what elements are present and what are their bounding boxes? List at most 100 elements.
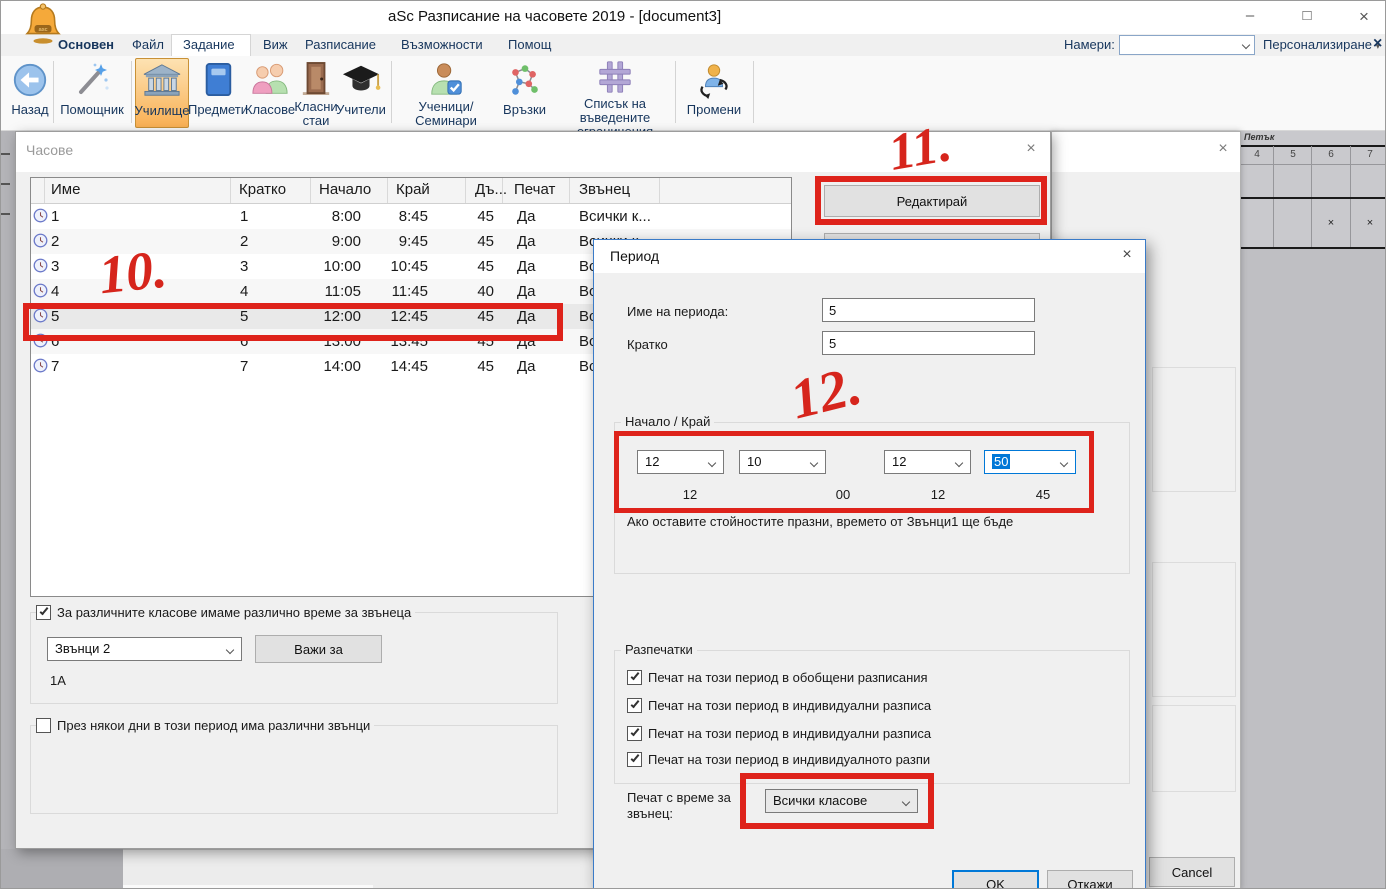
background-panel (1152, 562, 1236, 697)
annotation-step-10: 10. (96, 238, 170, 307)
ok-button[interactable]: OK (952, 870, 1039, 889)
classrooms-button[interactable]: Класни стаи (294, 58, 338, 128)
classes-button[interactable]: Класове (245, 58, 295, 128)
bells-select-value: Звънци 2 (55, 641, 110, 656)
annotation-rect-time-dropdowns (614, 431, 1094, 513)
menu-tab-vazmozhnosti[interactable]: Възможности (401, 37, 483, 52)
annotation-rect-edit-button (815, 176, 1047, 225)
print-option-4[interactable]: Печат на този период в индивидуалното ра… (627, 752, 934, 767)
empty-values-hint: Ако оставите стойностите празни, времето… (627, 514, 1013, 529)
background-area (1, 849, 123, 889)
menu-tab-zadanie[interactable]: Задание (183, 37, 235, 52)
checkbox-checked-icon[interactable] (627, 698, 642, 713)
school-icon (141, 59, 183, 103)
table-row-1[interactable]: 1 1 8:00 8:45 45 Да Всички к... (31, 204, 791, 229)
annotation-rect-row5 (23, 303, 563, 341)
subjects-button[interactable]: Предмети (191, 58, 245, 128)
header-bell[interactable]: Звънец (570, 178, 660, 203)
start-end-group-label: Начало / Край (621, 414, 714, 429)
menu-tab-osnoven[interactable]: Основен (58, 37, 114, 52)
ribbon-separator (391, 61, 392, 123)
header-duration[interactable]: Дъ... (466, 178, 503, 203)
ribbon-separator (53, 61, 54, 123)
links-icon (505, 58, 545, 102)
period-name-label: Име на периода: (627, 304, 728, 319)
header-name[interactable]: Име (45, 178, 231, 203)
different-bells-checkbox[interactable]: За различните класове имаме различно вре… (36, 605, 415, 620)
links-button[interactable]: Връзки (498, 58, 551, 128)
period-dialog-titlebar[interactable]: Период × (594, 240, 1145, 273)
timetable-col-6: 6 (1313, 149, 1349, 160)
classrooms-icon (300, 58, 332, 99)
applies-to-button[interactable]: Важи за (255, 635, 382, 663)
wizard-button[interactable]: Помощник (57, 58, 127, 128)
personalize-menu[interactable]: Персонализиране ▾ (1263, 37, 1380, 52)
timetable-grid: Петък 4 5 6 7 × × (1241, 131, 1386, 249)
students-seminars-button[interactable]: Ученици/Семинари (395, 58, 497, 128)
chevron-down-icon[interactable] (226, 646, 234, 654)
checkbox-checked-icon[interactable] (627, 726, 642, 741)
checkbox-label: Печат на този период в обобщени разписан… (648, 670, 928, 685)
clock-icon (31, 256, 45, 277)
svg-text:asc: asc (38, 27, 47, 33)
checkbox-unchecked-icon[interactable] (36, 718, 51, 733)
checkbox-checked-icon[interactable] (627, 752, 642, 767)
timetable-col-4: 4 (1239, 149, 1275, 160)
cancel-button[interactable]: Откажи (1047, 870, 1133, 889)
changes-button[interactable]: Промени (679, 58, 749, 128)
wizard-icon (72, 58, 112, 102)
students-icon (425, 58, 467, 99)
menu-tab-vizh[interactable]: Виж (263, 37, 288, 52)
checkbox-checked-icon[interactable] (627, 670, 642, 685)
clock-icon (31, 281, 45, 302)
different-days-checkbox[interactable]: През някои дни в този период има различн… (36, 718, 374, 733)
bells-select[interactable]: Звънци 2 (47, 637, 242, 661)
hours-dialog-title: Часове (26, 142, 73, 158)
classes-icon (249, 58, 291, 102)
maximize-button[interactable]: □ (1296, 7, 1318, 27)
teachers-button[interactable]: Учители (338, 58, 384, 128)
close-icon[interactable]: × (1212, 140, 1234, 160)
menu-tab-pomosht[interactable]: Помощ (508, 37, 551, 52)
period-name-input[interactable] (822, 298, 1035, 322)
checkbox-checked-icon[interactable] (36, 605, 51, 620)
header-start[interactable]: Начало (311, 178, 388, 203)
period-short-input[interactable] (822, 331, 1035, 355)
minimize-button[interactable]: – (1239, 7, 1261, 27)
close-icon[interactable]: × (1020, 140, 1042, 160)
chevron-down-icon[interactable] (1242, 41, 1250, 49)
close-icon[interactable]: × (1116, 246, 1138, 266)
school-button[interactable]: Училище (135, 58, 189, 128)
printouts-group-label: Разпечатки (621, 642, 697, 657)
timetable-col-7: 7 (1352, 149, 1386, 160)
print-option-2[interactable]: Печат на този период в индивидуални разп… (627, 698, 935, 713)
close-button[interactable]: × (1353, 7, 1375, 27)
cancel-button-background[interactable]: Cancel (1149, 857, 1235, 887)
back-icon (11, 58, 49, 102)
subjects-icon (201, 58, 235, 102)
timetable-panel: Петък 4 5 6 7 × × (1241, 131, 1386, 889)
clock-icon (31, 231, 45, 252)
back-button[interactable]: Назад (7, 58, 53, 128)
menu-tab-razpisanie[interactable]: Разписание (305, 37, 376, 52)
find-input[interactable] (1119, 35, 1255, 55)
menu-tab-fail[interactable]: Файл (132, 37, 164, 52)
teachers-icon (340, 58, 382, 102)
header-end[interactable]: Край (388, 178, 466, 203)
print-option-1[interactable]: Печат на този период в обобщени разписан… (627, 670, 932, 685)
period-short-label: Кратко (627, 337, 668, 352)
header-short[interactable]: Кратко (231, 178, 311, 203)
checkbox-label: Печат на този период в индивидуалното ра… (648, 752, 930, 767)
checkbox-label: Печат на този период в индивидуални разп… (648, 726, 931, 741)
app-logo-bell-icon: asc (25, 2, 61, 46)
timetable-x-mark: × (1313, 217, 1349, 229)
header-print[interactable]: Печат (503, 178, 570, 203)
constraints-list-button[interactable]: Списък на въведените ограничения (552, 58, 678, 128)
print-option-3[interactable]: Печат на този период в индивидуални разп… (627, 726, 935, 741)
ruler-tick (1, 213, 10, 215)
title-bar: aSc Разписание на часовете 2019 - [docum… (1, 1, 1386, 34)
changes-icon (693, 58, 735, 102)
close-panel-x-icon[interactable]: × (1373, 35, 1382, 53)
period-dialog-title: Период (610, 248, 659, 264)
timetable-x-mark: × (1352, 217, 1386, 229)
